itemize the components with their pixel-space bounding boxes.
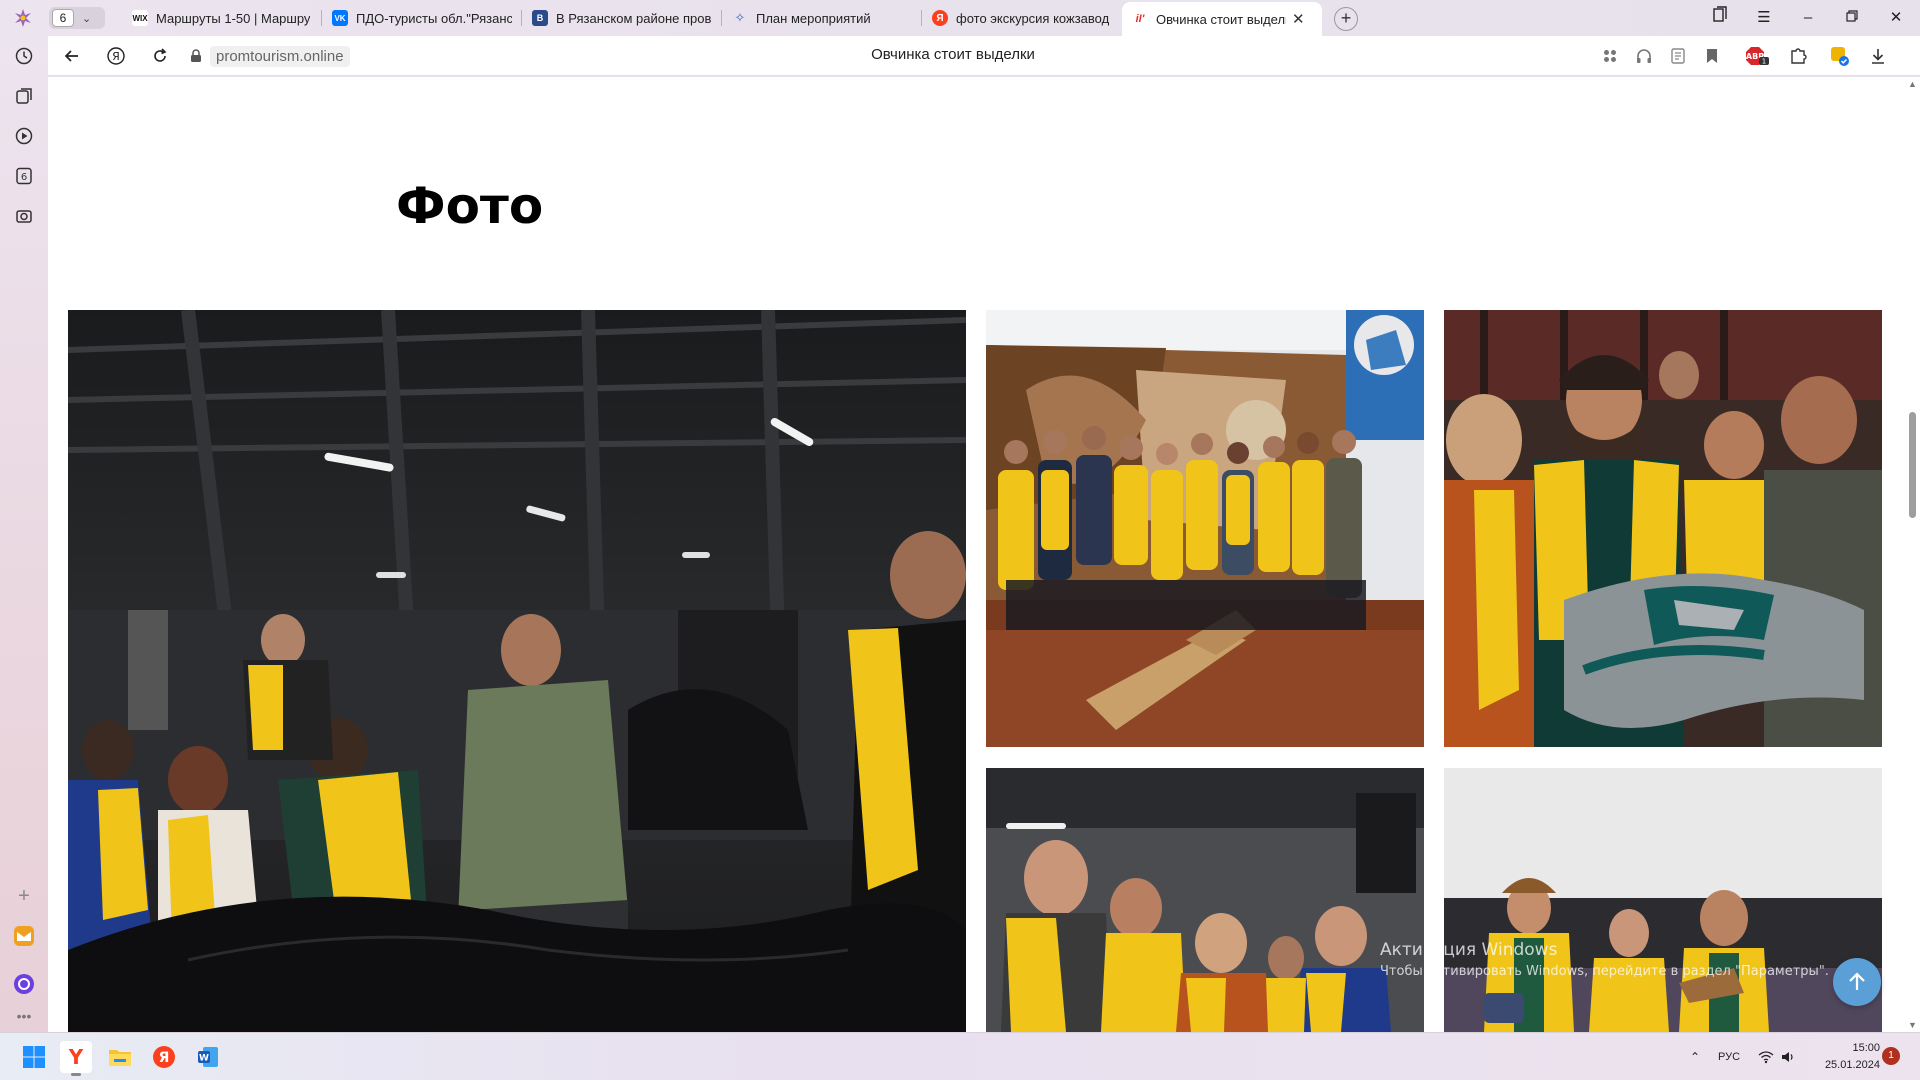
photo-factory-floor bbox=[68, 310, 966, 1032]
apps-grid-icon[interactable] bbox=[1598, 44, 1622, 68]
watermark-title: Активация Windows bbox=[1380, 940, 1558, 960]
photo-hats-presentation bbox=[1444, 768, 1882, 1032]
web-page-content: Фото bbox=[48, 77, 1904, 1032]
gallery-photo-hats[interactable] bbox=[1444, 768, 1882, 1032]
section-heading: Фото bbox=[396, 177, 544, 235]
tab-title: Маршруты 1-50 | Маршру bbox=[156, 10, 311, 26]
history-icon[interactable] bbox=[12, 44, 36, 68]
tray-overflow-chevron-icon[interactable]: ⌃ bbox=[1685, 1047, 1705, 1067]
svg-text:W: W bbox=[199, 1054, 209, 1064]
browser-sidebar: 6 + ••• bbox=[0, 36, 48, 1032]
bookmarks-collections-icon[interactable] bbox=[1706, 6, 1734, 30]
tab-pdo-turisty[interactable]: VK ПДО-туристы обл."Рязанс bbox=[322, 4, 522, 32]
tab-plan-meropriyatiy[interactable]: ✧ План мероприятий bbox=[722, 4, 922, 32]
tabs-count-icon[interactable]: 6 bbox=[12, 164, 36, 188]
close-tab-icon[interactable]: ✕ bbox=[1292, 10, 1305, 28]
tab-title: фото экскурсия кожзавод bbox=[956, 10, 1110, 26]
tab-title: ПДО-туристы обл."Рязанс bbox=[356, 10, 512, 26]
page-title-text: Овчинка стоит выделки bbox=[871, 46, 1035, 63]
gallery-photo-group[interactable] bbox=[986, 310, 1424, 747]
vk-favicon-icon: VK bbox=[332, 10, 348, 26]
file-explorer-icon[interactable] bbox=[104, 1041, 136, 1073]
tab-title: Овчинка стоит выделки bbox=[1156, 11, 1286, 27]
scrollbar-thumb[interactable] bbox=[1909, 412, 1916, 518]
sparkle-favicon-icon: ✧ bbox=[734, 10, 746, 25]
clock-time[interactable]: 15:00 bbox=[1828, 1042, 1880, 1054]
yandex-browser-taskbar-icon[interactable]: Y bbox=[60, 1041, 92, 1076]
clock-date[interactable]: 25.01.2024 bbox=[1812, 1059, 1880, 1071]
svg-text:Y: Y bbox=[68, 1046, 84, 1068]
tab-title: План мероприятий bbox=[756, 10, 871, 26]
notification-badge[interactable]: 1 bbox=[1882, 1047, 1900, 1065]
minimize-icon[interactable]: – bbox=[1794, 6, 1822, 30]
restore-icon[interactable] bbox=[1838, 6, 1866, 30]
gallery-photo-tour[interactable] bbox=[986, 768, 1424, 1032]
add-panel-icon[interactable]: + bbox=[12, 884, 36, 908]
photo-group-by-mural bbox=[986, 310, 1424, 747]
tab-count: 6 bbox=[52, 9, 74, 27]
scroll-to-top-button[interactable] bbox=[1833, 958, 1881, 1006]
new-tab-button[interactable]: + bbox=[1334, 7, 1358, 31]
collections-icon[interactable] bbox=[12, 84, 36, 108]
chevron-down-icon: ⌄ bbox=[82, 12, 92, 25]
gallery-photo-main[interactable] bbox=[68, 310, 966, 1032]
browser-toolbar: Я promtourism.online Овчинка стоит выдел… bbox=[48, 36, 1920, 76]
more-dots-icon[interactable]: ••• bbox=[12, 1004, 36, 1028]
screenshot-icon[interactable] bbox=[12, 204, 36, 228]
yandex-favicon-icon: Я bbox=[932, 10, 948, 26]
word-app-icon[interactable]: W bbox=[192, 1041, 224, 1073]
svg-text:Я: Я bbox=[159, 1050, 170, 1066]
svg-text:6: 6 bbox=[21, 172, 27, 183]
video-play-icon[interactable] bbox=[12, 124, 36, 148]
reader-mode-icon[interactable] bbox=[1666, 44, 1690, 68]
page-scrollbar[interactable]: ▲ ▼ bbox=[1904, 77, 1920, 1032]
close-window-icon[interactable]: ✕ bbox=[1882, 6, 1910, 30]
wifi-icon[interactable] bbox=[1756, 1047, 1776, 1067]
adblock-extension-icon[interactable]: ABP 1 bbox=[1742, 44, 1772, 68]
mail-app-icon[interactable] bbox=[12, 924, 36, 948]
photo-tour-group bbox=[986, 768, 1424, 1032]
extensions-puzzle-icon[interactable] bbox=[1786, 44, 1810, 68]
gallery-photo-fur[interactable] bbox=[1444, 310, 1882, 747]
windows-activation-watermark: Активация Windows Чтобы активировать Win… bbox=[1380, 940, 1829, 979]
watermark-subtitle: Чтобы активировать Windows, перейдите в … bbox=[1380, 964, 1829, 979]
tab-yandex-search[interactable]: Я фото экскурсия кожзавод bbox=[922, 4, 1122, 32]
tab-title: В Рязанском районе пров bbox=[556, 10, 712, 26]
tab-strip: 6 ⌄ WIX Маршруты 1-50 | Маршру VK ПДО-ту… bbox=[0, 0, 1920, 36]
wix-favicon-icon: WIX bbox=[132, 10, 148, 26]
profile-sync-icon[interactable] bbox=[1828, 44, 1852, 68]
photo-fur-demonstration bbox=[1444, 310, 1882, 747]
scroll-up-icon[interactable]: ▲ bbox=[1908, 79, 1917, 89]
bookmark-icon[interactable] bbox=[1700, 44, 1724, 68]
volume-icon[interactable] bbox=[1778, 1047, 1798, 1067]
svg-text:1: 1 bbox=[1762, 58, 1766, 66]
yandex-app-icon[interactable]: Я bbox=[148, 1041, 180, 1073]
arrow-up-icon bbox=[1849, 972, 1865, 990]
news-favicon-icon: B bbox=[532, 10, 548, 26]
alice-assistant-icon[interactable] bbox=[12, 972, 36, 996]
tab-ryazan-news[interactable]: B В Рязанском районе пров bbox=[522, 4, 722, 32]
menu-icon[interactable]: ☰ bbox=[1750, 6, 1778, 30]
tab-marshruty[interactable]: WIX Маршруты 1-50 | Маршру bbox=[122, 4, 322, 32]
tab-counter-button[interactable]: 6 ⌄ bbox=[49, 7, 105, 29]
windows-taskbar: Y Я W ⌃ РУС 15:00 25.01.2024 bbox=[0, 1032, 1920, 1080]
keyboard-language[interactable]: РУС bbox=[1718, 1051, 1740, 1063]
scroll-down-icon[interactable]: ▼ bbox=[1908, 1020, 1917, 1030]
tab-ovchinka-active[interactable]: iI' Овчинка стоит выделки ✕ bbox=[1122, 2, 1322, 36]
download-icon[interactable] bbox=[1866, 44, 1890, 68]
windows-start-icon[interactable] bbox=[18, 1041, 50, 1073]
headphones-icon[interactable] bbox=[1632, 44, 1656, 68]
browser-logo-icon[interactable] bbox=[13, 8, 33, 28]
promtourism-favicon-icon: iI' bbox=[1135, 13, 1145, 25]
